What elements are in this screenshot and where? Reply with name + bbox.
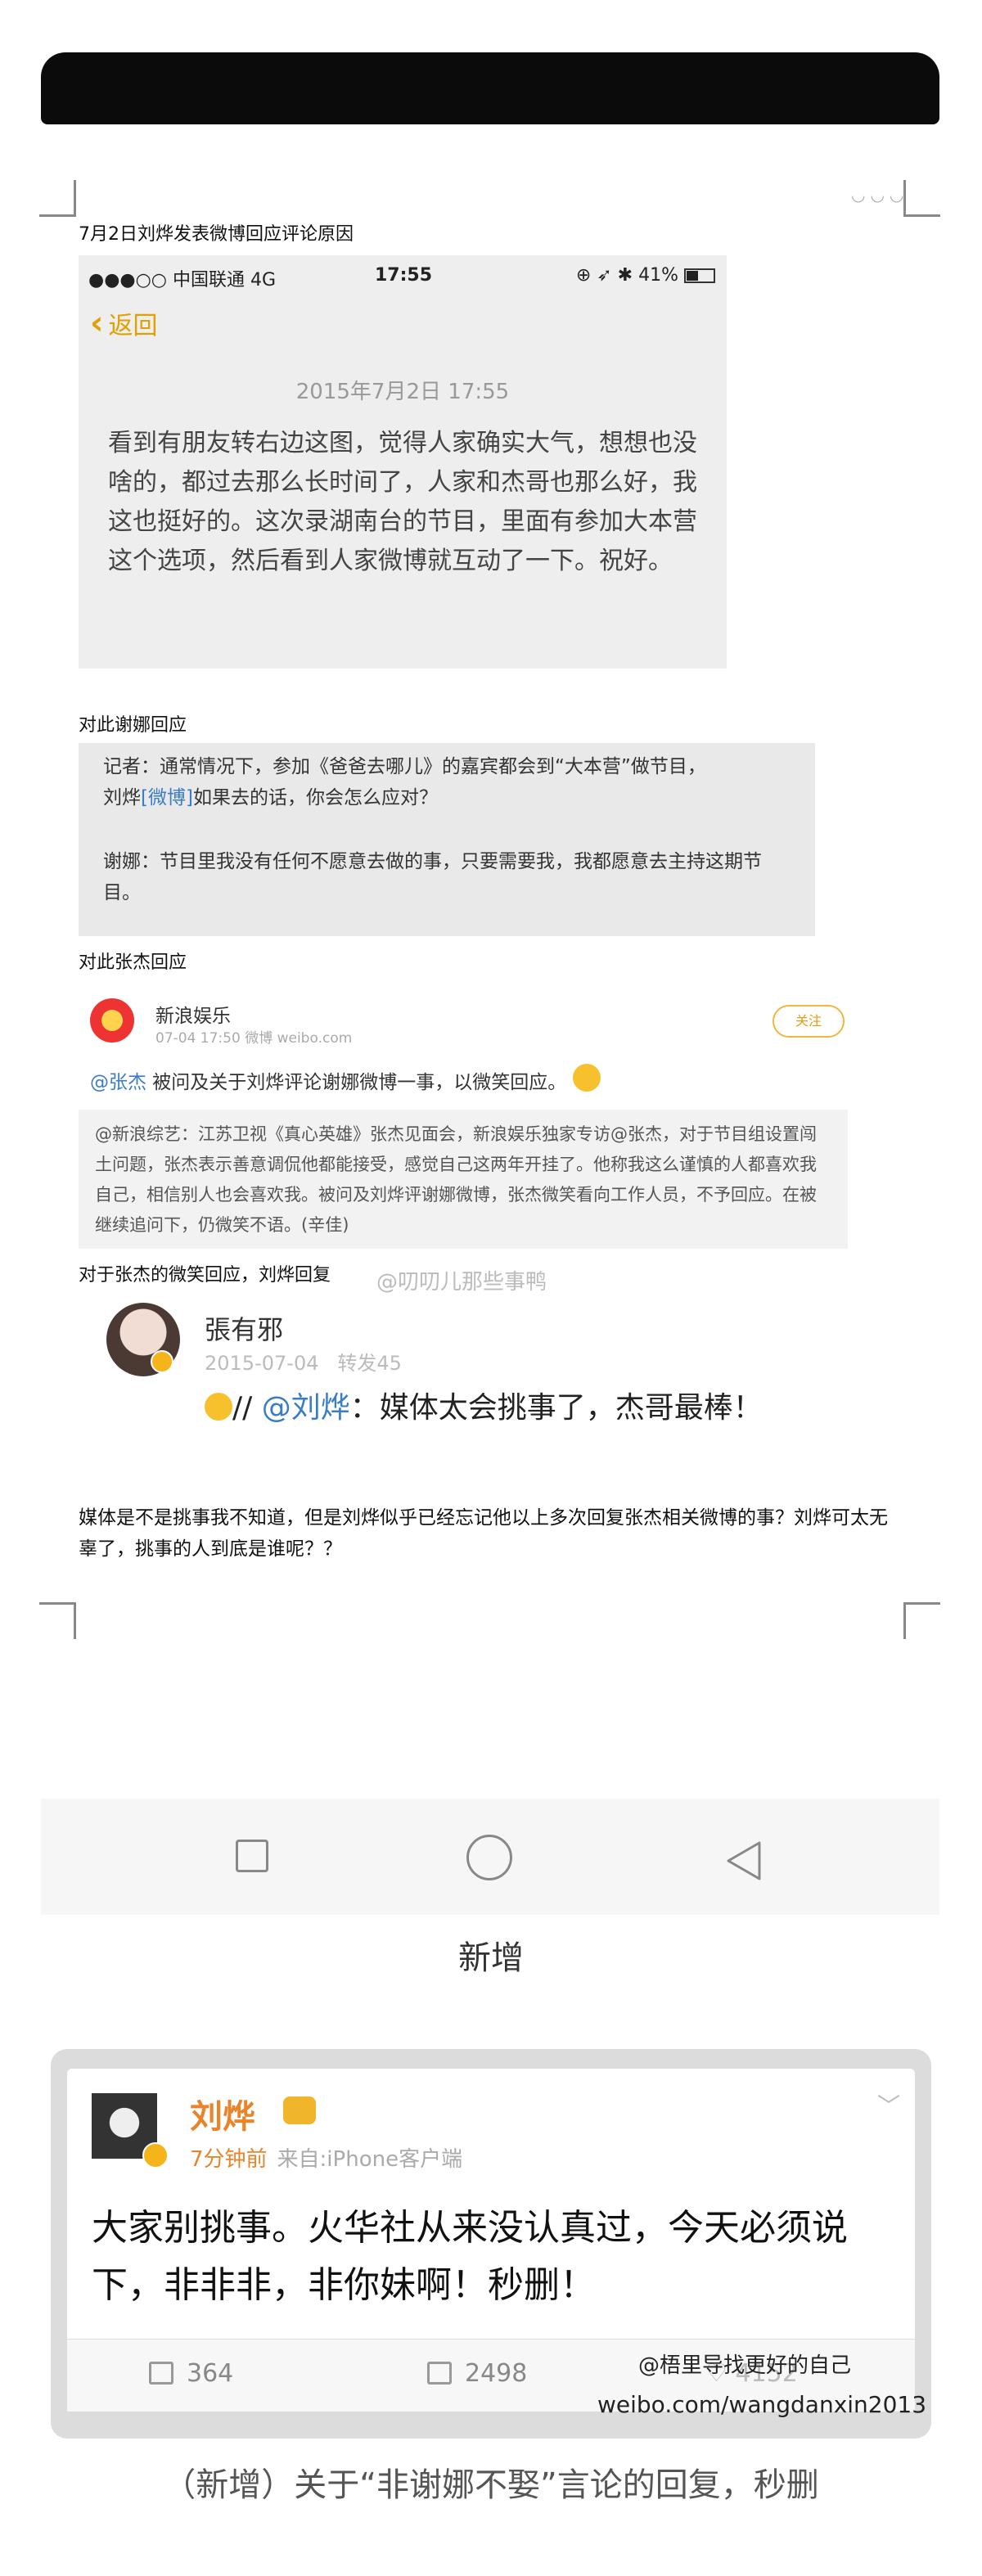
reporter-question: 记者：通常情况下，参加《爸爸去哪儿》的嘉宾都会到“大本营”做节目， 刘烨[微博]… [103,751,799,813]
new-section-label: 新增 [458,1939,524,1977]
status-right: ⊕ ➶ ✱ 41% [576,265,715,286]
weibo-link[interactable]: [微博] [141,787,193,808]
repost-count: 转发45 [337,1352,402,1375]
nav-home-icon[interactable] [466,1835,512,1880]
post-meta: 2015-07-04 转发45 [205,1347,402,1376]
caption-section-1: 7月2日刘烨发表微博回应评论原因 [79,224,354,245]
repost-box: @新浪综艺：江苏卫视《真心英雄》张杰见面会，新浪娱乐独家专访@张杰，对于节目组设… [79,1110,848,1249]
faint-dots: ◡◡◡ [851,185,909,205]
follow-button[interactable]: 关注 [773,1005,845,1038]
account-name[interactable]: 刘烨 [190,2090,255,2137]
post-body: 看到有朋友转右边这图，觉得人家确实大气，想想也没啥的，都过去那么长时间了，人家和… [108,429,697,575]
status-carrier: ●●●○○ 中国联通 4G [88,270,277,290]
back-button[interactable]: ‹ 返回 [90,304,157,342]
watermark-site: weibo.com/wangdanxin2013 [597,2391,927,2418]
android-navigation-bar [41,1799,939,1915]
repost-count: 364 [187,2359,234,2388]
crop-mark-top-left [39,180,76,217]
smile-emoji-icon [572,1064,601,1092]
caption-section-2: 对此谢娜回应 [79,715,187,736]
post-source: 来自:iPhone客户端 [277,2147,463,2172]
status-icons: ⊕ ➶ ✱ [575,265,639,286]
mention-link[interactable]: @张杰 [90,1072,146,1093]
repost-button[interactable]: 364 [149,2359,233,2388]
post-meta: 07-04 17:50 微博 weibo.com [155,1030,353,1047]
battery-icon [684,268,715,283]
status-time: 17:55 [375,265,433,286]
post-text: 大家别挑事。火华社从来没认真过，今天必须说下，非非非，非你妹啊！秒删！ [92,2207,848,2306]
liu-ye-weibo-card: 刘烨 7分钟前 来自:iPhone客户端 ﹀ 大家别挑事。火华社从来没认真过，今天… [51,2049,931,2439]
watermark-user: @梧里导找更好的自己 [638,2353,852,2378]
comment-icon [427,2362,452,2385]
chevron-down-icon[interactable]: ﹀ [877,2088,900,2121]
verified-badge-icon [151,1350,173,1373]
avatar[interactable] [90,998,134,1043]
repost-text: @新浪综艺：江苏卫视《真心英雄》张杰见面会，新浪娱乐独家专访@张杰，对于节目组设… [95,1124,817,1235]
watermark: @叨叨儿那些事鸭 [376,1270,547,1295]
crop-mark-bottom-right [903,1602,940,1639]
nav-recent-icon[interactable] [236,1840,268,1872]
interview-quote-box: 记者：通常情况下，参加《爸爸去哪儿》的嘉宾都会到“大本营”做节目， 刘烨[微博]… [79,743,815,936]
post-time: 7分钟前 [190,2147,268,2172]
nav-back-icon[interactable] [720,1836,769,1885]
reporter-name: 刘烨 [103,787,141,808]
sina-ent-weibo-card: 新浪娱乐 07-04 17:50 微博 weibo.com 关注 @张杰 被问及… [79,982,848,1252]
back-chevron-icon: ‹ [90,304,104,342]
comment-count: 2498 [465,2359,528,2388]
account-name[interactable]: 張有邪 [205,1309,283,1347]
post-date: 2015年7月2日 17:55 [295,380,510,404]
caption-section-4: 对于张杰的微笑回应，刘烨回复 [79,1265,331,1286]
reporter-line-1: 记者：通常情况下，参加《爸爸去哪儿》的嘉宾都会到“大本营”做节目， [103,756,706,777]
post-text-body: 被问及关于刘烨评论谢娜微博一事，以微笑回应。 [146,1072,567,1093]
footer-caption: （新增）关于“非谢娜不娶”言论的回复，秒删 [163,2466,819,2504]
back-label: 返回 [108,312,158,340]
repost-icon [149,2362,173,2385]
post-text: // @刘烨：媒体太会挑事了，杰哥最棒！ [205,1386,810,1430]
caption-section-3: 对此张杰回应 [79,952,187,973]
embedded-phone-screenshot: ●●●○○ 中国联通 4G 17:55 ⊕ ➶ ✱ 41% ‹ 返回 2015年7… [79,255,727,669]
crop-mark-top-right [903,180,940,217]
commentary-paragraph: 媒体是不是挑事我不知道，但是刘烨似乎已经忘记他以上多次回复张杰相关微博的事？刘烨… [79,1507,888,1560]
post-meta: 7分钟前 来自:iPhone客户端 [190,2142,462,2173]
crop-mark-bottom-left [39,1602,76,1639]
comment-button[interactable]: 2498 [427,2359,527,2388]
smile-emoji-icon [205,1393,232,1421]
mention-link[interactable]: @刘烨 [262,1391,350,1425]
post-date: 2015-07-04 [205,1352,319,1375]
phone-status-bar: ●●●○○ 中国联通 4G 17:55 ⊕ ➶ ✱ 41% [88,262,718,291]
post-text-body: ：媒体太会挑事了，杰哥最棒！ [349,1391,763,1425]
reporter-line-2: 如果去的话，你会怎么应对？ [192,787,438,808]
xie-na-answer: 谢娜：节目里我没有任何不愿意去做的事，只要需要我，我都愿意去主持这期节目。 [103,851,762,903]
crown-icon [283,2096,316,2124]
account-name[interactable]: 新浪娱乐 [155,1000,231,1028]
verified-badge-icon [142,2142,169,2168]
post-text: @张杰 被问及关于刘烨评论谢娜微博一事，以微笑回应。 [90,1064,601,1094]
top-dark-bar [41,52,939,124]
status-battery-percent: 41% [638,265,678,286]
